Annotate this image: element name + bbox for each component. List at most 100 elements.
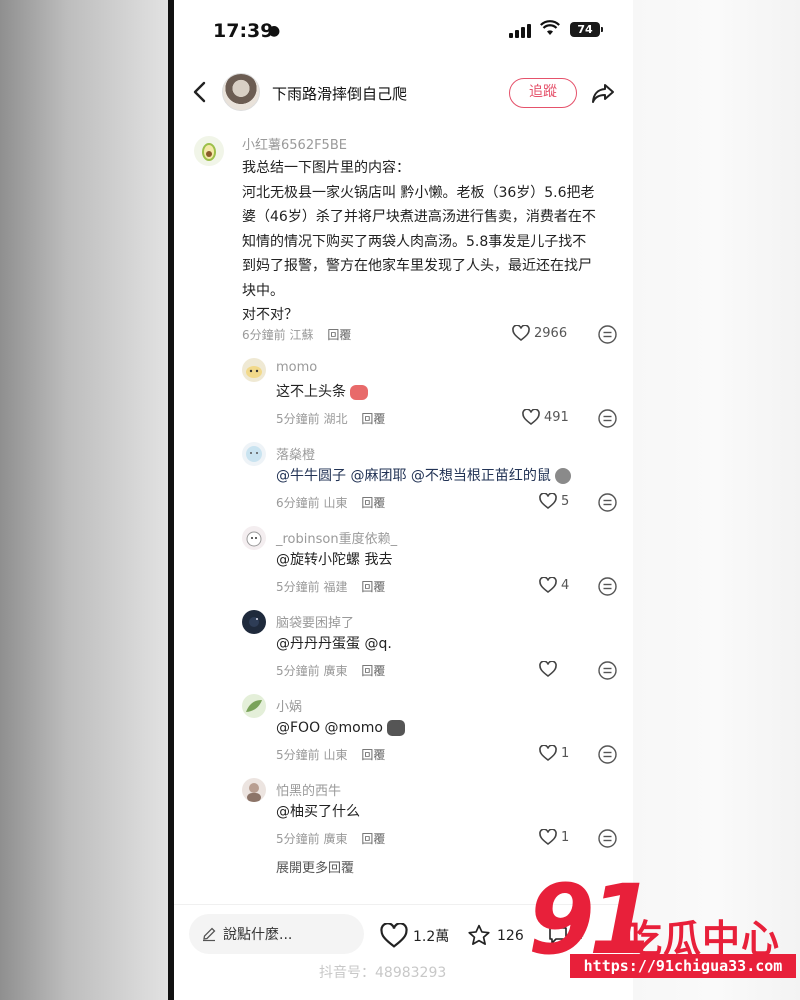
reply-author[interactable]: _robinson重度依赖_ [276, 528, 397, 547]
favorite-button[interactable]: 126 [466, 923, 524, 948]
reply-author[interactable]: 落燊橙 [276, 444, 315, 463]
reply-text: 这不上头条 [276, 380, 369, 405]
heart-icon [522, 409, 540, 425]
left-background [0, 0, 168, 1000]
reply-location: 福建 [323, 580, 348, 594]
comment-meta: 6分鐘前 江蘇 回覆 [242, 326, 351, 343]
like-button[interactable] [539, 661, 561, 677]
expand-replies-link[interactable]: 展開更多回覆 [276, 857, 354, 876]
reply-button[interactable]: 回覆 [361, 748, 385, 762]
comment-input[interactable]: 說點什麼... [189, 914, 364, 954]
reply-time: 5分鐘前 [276, 664, 320, 678]
post-header: 下雨路滑摔倒自己爬 追蹤 [174, 66, 633, 122]
like-button[interactable]: 1 [539, 745, 569, 761]
reply-button[interactable]: 回覆 [361, 832, 385, 846]
replier-avatar[interactable] [242, 610, 266, 634]
like-button[interactable]: 2966 [512, 325, 567, 341]
comment-line: 块中。 [242, 282, 284, 299]
reply-author[interactable]: 小娲 [276, 696, 302, 715]
more-icon[interactable] [598, 325, 617, 344]
reply-meta: 5分鐘前 廣東 回覆 [276, 830, 385, 847]
reply-button[interactable]: 回覆 [327, 328, 351, 342]
like-button[interactable]: 1 [539, 829, 569, 845]
replier-avatar[interactable] [242, 778, 266, 802]
reply-time: 5分鐘前 [276, 580, 320, 594]
follow-button[interactable]: 追蹤 [509, 78, 577, 108]
reply-button[interactable]: 回覆 [361, 412, 385, 426]
like-button[interactable]: 4 [539, 577, 569, 593]
status-bar: 17:39 ● 74 [174, 0, 633, 58]
replier-avatar[interactable] [242, 694, 266, 718]
reply-time: 5分鐘前 [276, 832, 320, 846]
heart-icon [539, 493, 557, 509]
replier-avatar[interactable] [242, 442, 266, 466]
like-button[interactable]: 5 [539, 493, 569, 509]
reply-location: 山東 [323, 496, 348, 510]
more-icon[interactable] [598, 661, 617, 680]
comment-line: 我总结一下图片里的内容： [242, 160, 410, 176]
signal-icon [509, 24, 533, 38]
post-like-count: 1.2萬 [413, 928, 450, 945]
reply-author[interactable]: momo [276, 360, 317, 375]
like-count: 2966 [534, 325, 568, 341]
comment-author[interactable]: 小红薯6562F5BE [242, 134, 347, 153]
more-icon[interactable] [598, 409, 617, 428]
heart-icon [512, 325, 530, 341]
more-icon[interactable] [598, 493, 617, 512]
reply-author[interactable]: 怕黑的西牛 [276, 780, 341, 799]
reply-button[interactable]: 回覆 [361, 496, 385, 510]
pencil-icon [203, 927, 216, 942]
back-icon[interactable] [190, 78, 210, 106]
reply-location: 廣東 [323, 832, 348, 846]
more-icon[interactable] [598, 577, 617, 596]
mouse-emoji-icon [555, 468, 572, 484]
star-icon [468, 924, 490, 945]
status-time: 17:39 [213, 20, 274, 42]
author-avatar[interactable] [222, 73, 260, 111]
reply-text: @柚买了什么 [276, 804, 360, 820]
like-count: 1 [561, 829, 570, 845]
cat-emoji-icon [387, 720, 406, 736]
heart-icon [380, 923, 408, 948]
post-like-button[interactable]: 1.2萬 [380, 923, 449, 948]
comment-location: 江蘇 [289, 328, 314, 342]
commenter-avatar[interactable] [194, 136, 224, 166]
like-count: 4 [561, 577, 570, 593]
reply-time: 6分鐘前 [276, 496, 320, 510]
comment-line: 知情的情况下购买了两袋人肉高汤。5.8事发是儿子找不 [242, 233, 587, 250]
reply-text-content: @FOO @momo [276, 720, 383, 736]
reply-time: 5分鐘前 [276, 748, 320, 762]
more-icon[interactable] [598, 829, 617, 848]
reply-location: 廣東 [323, 664, 348, 678]
right-background [633, 0, 800, 1000]
like-count: 491 [544, 409, 569, 425]
comment-time: 6分鐘前 [242, 328, 286, 342]
comment-line: 到妈了报警，警方在他家车里发现了人头，最近还在找尸 [242, 258, 592, 274]
reply-text: @丹丹丹蛋蛋 @q. [276, 636, 392, 652]
person-icon: ● [268, 23, 281, 39]
comment-text: 我总结一下图片里的内容： 河北无极县一家火锅店叫 黔小懒。老板（36岁）5.6把… [242, 156, 622, 328]
heart-icon [539, 577, 557, 593]
heart-icon [539, 745, 557, 761]
reply-text: @旋转小陀螺 我去 [276, 552, 393, 568]
reply-text-content: @牛牛圆子 @麻团耶 @不想当根正苗红的鼠 [276, 468, 551, 484]
share-icon[interactable] [590, 80, 616, 106]
reply-meta: 5分鐘前 福建 回覆 [276, 578, 385, 595]
reply-meta: 5分鐘前 山東 回覆 [276, 746, 385, 763]
battery-icon: 74 [570, 22, 603, 37]
heart-icon [539, 661, 557, 677]
like-button[interactable]: 491 [522, 409, 569, 425]
reply-text: @牛牛圆子 @麻团耶 @不想当根正苗红的鼠 [276, 464, 572, 489]
logo-url: https://91chigua33.com [570, 954, 796, 978]
wifi-icon [540, 20, 560, 41]
heart-icon [539, 829, 557, 845]
emoji-icon [350, 384, 369, 400]
author-name[interactable]: 下雨路滑摔倒自己爬 [272, 83, 407, 104]
more-icon[interactable] [598, 745, 617, 764]
replier-avatar[interactable] [242, 526, 266, 550]
reply-button[interactable]: 回覆 [361, 664, 385, 678]
reply-author[interactable]: 脑袋要困掉了 [276, 612, 354, 631]
replier-avatar[interactable] [242, 358, 266, 382]
reply-text-content: 这不上头条 [276, 384, 346, 400]
reply-button[interactable]: 回覆 [361, 580, 385, 594]
